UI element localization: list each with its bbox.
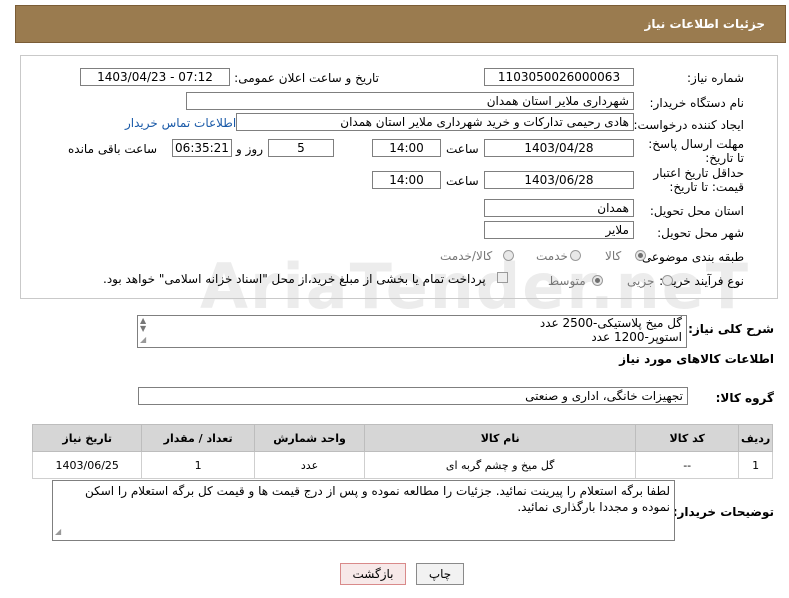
category-option-service: خدمت: [536, 249, 568, 263]
need-number-field: 1103050026000063: [484, 68, 634, 86]
col-item-code: کد کالا: [635, 424, 740, 452]
description-line-1: گل میخ پلاستیکی-2500 عدد: [539, 316, 682, 330]
print-button[interactable]: چاپ: [416, 563, 464, 585]
category-option-goods-service: کالا/خدمت: [440, 249, 493, 263]
col-need-date: تاریخ نیاز: [31, 424, 143, 452]
cell-item-code: --: [635, 451, 740, 479]
treasury-payment-checkbox[interactable]: [497, 272, 508, 283]
deadline-time-label: ساعت: [446, 142, 479, 156]
announce-label: تاریخ و ساعت اعلان عمومی:: [234, 71, 379, 85]
process-radio-minor[interactable]: [662, 275, 673, 286]
cell-unit: عدد: [253, 451, 366, 479]
creator-field: هادی رحیمی تدارکات و خرید شهرداری ملایر …: [236, 113, 634, 131]
cell-item-name: گل میخ و چشم گربه ای: [364, 451, 637, 479]
validity-label: حداقل تاریخ اعتبار قیمت: تا تاریخ:: [653, 166, 744, 194]
deadline-label: مهلت ارسال پاسخ: تا تاریخ:: [648, 137, 744, 165]
treasury-payment-note: پرداخت تمام یا بخشی از مبلغ خرید،از محل …: [103, 272, 486, 286]
deadline-date-field: 1403/04/28: [484, 139, 634, 157]
category-radio-service[interactable]: [570, 250, 581, 261]
days-field: 5: [268, 139, 334, 157]
city-field: ملایر: [484, 221, 634, 239]
cell-row-number: 1: [738, 451, 773, 479]
page-header: جزئیات اطلاعات نیاز: [15, 5, 786, 43]
category-radio-goods-service[interactable]: [503, 250, 514, 261]
resize-handle-icon[interactable]: ◢: [55, 524, 61, 540]
need-number-label: شماره نیاز:: [687, 71, 744, 85]
announce-field: 1403/04/23 - 07:12: [80, 68, 230, 86]
buyer-org-field: شهرداری ملایر استان همدان: [186, 92, 634, 110]
days-label: روز و: [236, 142, 263, 156]
province-label: استان محل تحویل:: [649, 204, 744, 218]
creator-label: ایجاد کننده درخواست:: [633, 118, 744, 132]
province-field: همدان: [484, 199, 634, 217]
buyer-notes-text: لطفا برگه استعلام را پیرینت نمائید. جزئی…: [84, 484, 670, 514]
cell-need-date: 1403/06/25: [31, 451, 143, 479]
goods-section-title: اطلاعات کالاهای مورد نیاز: [619, 352, 774, 366]
table-header-row: ردیف کد کالا نام کالا واحد شمارش تعداد /…: [31, 424, 773, 452]
col-unit: واحد شمارش: [253, 424, 366, 452]
buyer-notes-textarea[interactable]: لطفا برگه استعلام را پیرینت نمائید. جزئی…: [52, 480, 675, 541]
remaining-time-field: 06:35:21: [172, 139, 232, 157]
description-line-2: استوپر-1200 عدد: [591, 330, 682, 344]
items-table: ردیف کد کالا نام کالا واحد شمارش تعداد /…: [31, 424, 773, 479]
page-title: جزئیات اطلاعات نیاز: [644, 17, 765, 31]
goods-group-label: گروه کالا:: [715, 391, 774, 405]
validity-time-field: 14:00: [372, 171, 441, 189]
table-row: 1 -- گل میخ و چشم گربه ای عدد 1 1403/06/…: [31, 451, 773, 479]
description-label: شرح کلی نیاز:: [688, 322, 774, 336]
validity-time-label: ساعت: [446, 174, 479, 188]
validity-date-field: 1403/06/28: [484, 171, 634, 189]
cell-quantity: 1: [141, 451, 255, 479]
buyer-contact-link[interactable]: اطلاعات تماس خریدار: [125, 116, 236, 130]
col-row-number: ردیف: [738, 424, 773, 452]
scroll-arrows-icon[interactable]: ▲ ▼: [140, 317, 146, 333]
process-radio-medium[interactable]: [592, 275, 603, 286]
category-radio-goods[interactable]: [635, 250, 646, 261]
resize-handle-icon[interactable]: ◢: [140, 333, 146, 347]
category-option-goods: کالا: [605, 249, 622, 263]
process-option-medium: متوسط: [548, 274, 586, 288]
deadline-time-field: 14:00: [372, 139, 441, 157]
buyer-org-label: نام دستگاه خریدار:: [649, 96, 745, 110]
goods-group-field: تجهیزات خانگی، اداری و صنعتی: [138, 387, 688, 405]
category-label: طبقه بندی موضوعی:: [637, 250, 744, 264]
col-item-name: نام کالا: [364, 424, 637, 452]
col-quantity: تعداد / مقدار: [141, 424, 255, 452]
buyer-notes-label: توضیحات خریدار:: [672, 505, 774, 519]
city-label: شهر محل تحویل:: [657, 226, 744, 240]
back-button[interactable]: بازگشت: [340, 563, 406, 585]
process-option-minor: جزیی: [627, 274, 655, 288]
remaining-time-label: ساعت باقی مانده: [68, 142, 158, 156]
description-textarea[interactable]: گل میخ پلاستیکی-2500 عدد استوپر-1200 عدد…: [137, 315, 687, 348]
